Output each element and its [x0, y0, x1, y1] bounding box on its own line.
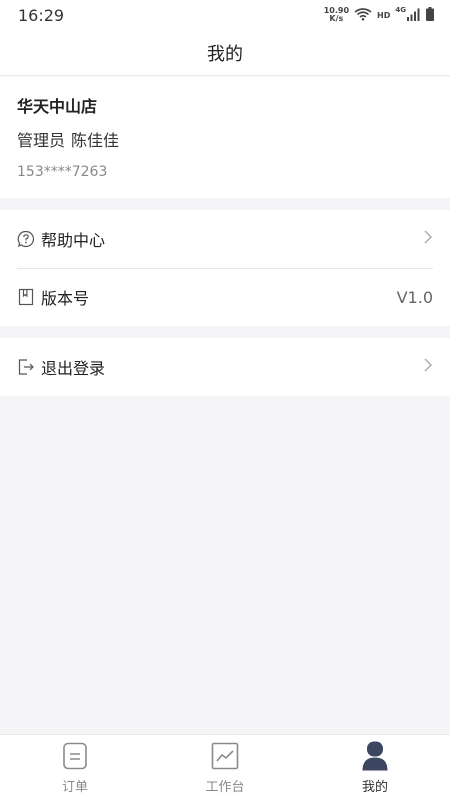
menu-group-account: 退出登录 — [0, 338, 450, 396]
app-header: 我的 — [0, 30, 450, 76]
network-label: 4G — [395, 6, 406, 14]
user-role-line: 管理员 陈佳佳 — [17, 129, 433, 153]
tab-workbench[interactable]: 工作台 — [150, 735, 300, 800]
tab-orders[interactable]: 订单 — [0, 735, 150, 800]
logout-icon — [17, 358, 35, 376]
menu-right — [423, 357, 433, 377]
bottom-tab-bar: 订单 工作台 我的 — [0, 734, 450, 800]
menu-group-info: 帮助中心 版本号 V1.0 — [0, 210, 450, 326]
tab-label-workbench: 工作台 — [205, 780, 245, 795]
hd-label: HD — [377, 10, 391, 20]
menu-right: V1.0 — [397, 288, 433, 307]
signal-icon — [407, 6, 421, 25]
tab-label-mine: 我的 — [361, 780, 388, 795]
screen: 16:29 10.90 K/s HD 4G 我的 华天中山店 管理员 陈佳佳 1… — [0, 0, 450, 800]
store-name: 华天中山店 — [17, 97, 98, 116]
chevron-right-icon — [423, 229, 433, 249]
menu-label-help-center: 帮助中心 — [41, 231, 106, 250]
menu-item-version[interactable]: 版本号 V1.0 — [0, 268, 450, 326]
user-name: 陈佳佳 — [71, 131, 120, 150]
version-value: V1.0 — [396, 287, 433, 307]
net-speed-unit: K/s — [329, 14, 344, 23]
net-speed: 10.90 K/s — [324, 7, 349, 23]
menu-label-logout: 退出登录 — [41, 359, 106, 378]
status-bar: 16:29 10.90 K/s HD 4G — [0, 0, 450, 30]
book-icon — [17, 288, 35, 306]
user-role: 管理员 — [17, 131, 66, 150]
tab-mine[interactable]: 我的 — [300, 735, 450, 800]
chevron-right-icon — [423, 357, 433, 377]
user-icon — [360, 741, 390, 771]
page-title: 我的 — [207, 43, 243, 65]
menu-item-help-center[interactable]: 帮助中心 — [0, 210, 450, 268]
help-bubble-icon — [17, 230, 35, 248]
user-phone: 153****7263 — [17, 164, 108, 180]
status-icons: 10.90 K/s HD 4G — [324, 6, 434, 25]
wifi-icon — [354, 6, 372, 25]
tab-label-orders: 订单 — [61, 780, 88, 795]
menu-item-logout[interactable]: 退出登录 — [0, 338, 450, 396]
chart-icon — [210, 741, 240, 771]
menu-label-version: 版本号 — [41, 289, 90, 308]
document-icon — [60, 741, 90, 771]
menu-right — [423, 229, 433, 249]
status-time: 16:29 — [18, 5, 65, 25]
battery-icon — [426, 6, 434, 25]
profile-card: 华天中山店 管理员 陈佳佳 153****7263 — [0, 77, 450, 198]
